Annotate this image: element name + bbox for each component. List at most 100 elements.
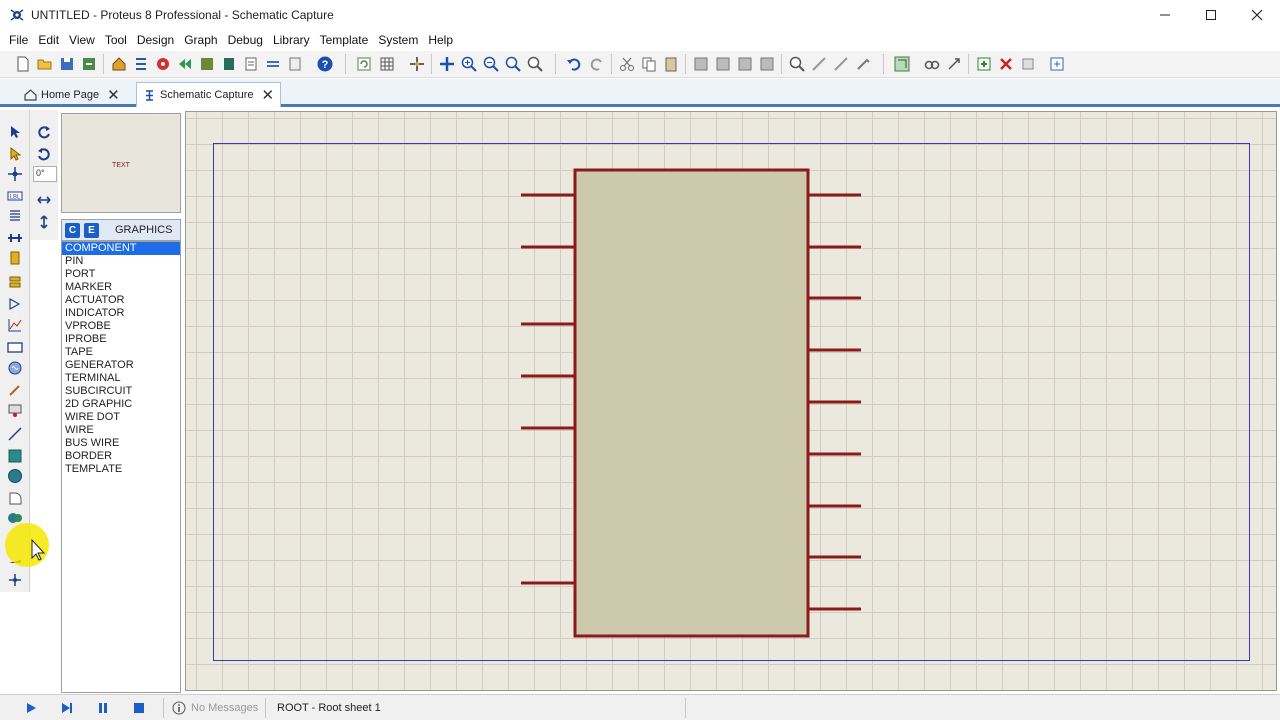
tape-recorder-icon[interactable]: [7, 339, 23, 355]
wire-label-icon[interactable]: LBL: [7, 188, 23, 204]
menu-library[interactable]: Library: [268, 30, 315, 50]
mirror-vertical-icon[interactable]: [36, 214, 52, 230]
rotate-anticlockwise-icon[interactable]: [36, 146, 52, 162]
grid-icon[interactable]: [378, 55, 396, 73]
list-item[interactable]: TAPE: [62, 346, 180, 359]
list-item[interactable]: PIN: [62, 255, 180, 268]
menu-debug[interactable]: Debug: [223, 30, 268, 50]
gerber-icon[interactable]: [176, 55, 194, 73]
make-device-icon[interactable]: [810, 55, 828, 73]
list-item[interactable]: WIRE: [62, 424, 180, 437]
report-icon[interactable]: [242, 55, 260, 73]
maximize-button[interactable]: [1188, 0, 1234, 30]
netlist-to-ares-icon[interactable]: [1048, 55, 1066, 73]
tab-schematic-capture[interactable]: Schematic Capture ✕: [136, 82, 282, 107]
paste-icon[interactable]: [662, 55, 680, 73]
zoom-out-icon[interactable]: [482, 55, 500, 73]
list-item[interactable]: COMPONENT: [62, 242, 180, 255]
menu-graph[interactable]: Graph: [179, 30, 222, 50]
zoom-all-icon[interactable]: [504, 55, 522, 73]
2d-arc-icon[interactable]: [7, 490, 23, 506]
bom-icon[interactable]: [198, 55, 216, 73]
block-copy-icon[interactable]: [692, 55, 710, 73]
2d-box-icon[interactable]: [7, 448, 23, 464]
list-item[interactable]: MARKER: [62, 281, 180, 294]
subcircuit-icon[interactable]: [7, 250, 23, 266]
list-item[interactable]: BUS WIRE: [62, 437, 180, 450]
close-window-button[interactable]: [1234, 0, 1280, 30]
rotate-clockwise-icon[interactable]: [36, 124, 52, 140]
undo-icon[interactable]: [565, 55, 583, 73]
e-button[interactable]: E: [84, 223, 99, 238]
import-icon[interactable]: [80, 55, 98, 73]
pan-icon[interactable]: [438, 55, 456, 73]
graph-mode-icon[interactable]: [7, 317, 23, 333]
tab-home-page[interactable]: Home Page ✕: [18, 82, 126, 107]
component-body[interactable]: [573, 168, 810, 638]
save-icon[interactable]: [58, 55, 76, 73]
notes-icon[interactable]: [286, 55, 304, 73]
schematic-icon[interactable]: [132, 55, 150, 73]
junction-dot-icon[interactable]: [7, 166, 23, 182]
menu-edit[interactable]: Edit: [33, 30, 64, 50]
list-item[interactable]: ACTUATOR: [62, 294, 180, 307]
menu-template[interactable]: Template: [315, 30, 374, 50]
decompose-icon[interactable]: [854, 55, 872, 73]
block-delete-icon[interactable]: [758, 55, 776, 73]
redo-icon[interactable]: [588, 55, 606, 73]
buses-icon[interactable]: [7, 230, 23, 246]
origin-icon[interactable]: [408, 55, 426, 73]
copy-icon[interactable]: [640, 55, 658, 73]
block-rotate-icon[interactable]: [736, 55, 754, 73]
zoom-area-icon[interactable]: [526, 55, 544, 73]
zoom-in-icon[interactable]: [460, 55, 478, 73]
list-item[interactable]: BORDER: [62, 450, 180, 463]
step-icon[interactable]: [60, 701, 74, 715]
device-pins-icon[interactable]: [7, 296, 23, 312]
close-tab-icon[interactable]: ✕: [262, 86, 275, 104]
component-mode-icon[interactable]: [7, 146, 23, 162]
menu-design[interactable]: Design: [132, 30, 179, 50]
property-assign-icon[interactable]: [945, 55, 963, 73]
list-item[interactable]: TERMINAL: [62, 372, 180, 385]
exit-to-parent-icon[interactable]: [1019, 55, 1037, 73]
refresh-icon[interactable]: [355, 55, 373, 73]
minimize-button[interactable]: [1142, 0, 1188, 30]
terminals-icon[interactable]: [7, 274, 23, 290]
menu-tool[interactable]: Tool: [100, 30, 132, 50]
virtual-instruments-icon[interactable]: [7, 402, 23, 418]
component-graphic[interactable]: [186, 112, 1278, 692]
netlist-icon[interactable]: [264, 55, 282, 73]
source-code-icon[interactable]: [220, 55, 238, 73]
menu-help[interactable]: Help: [423, 30, 458, 50]
mirror-horizontal-icon[interactable]: [36, 192, 52, 208]
home-icon[interactable]: [110, 55, 128, 73]
voltage-probe-icon[interactable]: [7, 382, 23, 398]
list-item[interactable]: PORT: [62, 268, 180, 281]
list-item[interactable]: WIRE DOT: [62, 411, 180, 424]
wire-autorouter-icon[interactable]: [893, 55, 911, 73]
messages-status[interactable]: No Messages: [191, 702, 258, 714]
list-item[interactable]: 2D GRAPHIC: [62, 398, 180, 411]
menu-system[interactable]: System: [373, 30, 423, 50]
pick-device-icon[interactable]: [788, 55, 806, 73]
packaging-tool-icon[interactable]: [832, 55, 850, 73]
pcb-icon[interactable]: [154, 55, 172, 73]
new-file-icon[interactable]: [14, 55, 32, 73]
remove-sheet-icon[interactable]: [997, 55, 1015, 73]
close-tab-icon[interactable]: ✕: [107, 86, 120, 104]
selection-mode-icon[interactable]: [7, 124, 23, 140]
list-item[interactable]: GENERATOR: [62, 359, 180, 372]
help-icon[interactable]: ?: [316, 55, 334, 73]
list-item[interactable]: SUBCIRCUIT: [62, 385, 180, 398]
text-script-icon[interactable]: [7, 208, 23, 224]
menu-file[interactable]: File: [4, 30, 33, 50]
overview-preview[interactable]: TEXT: [61, 113, 181, 213]
2d-circle-icon[interactable]: [7, 468, 23, 484]
pause-icon[interactable]: [96, 701, 110, 715]
rotation-angle-field[interactable]: 0°: [33, 166, 57, 182]
menu-view[interactable]: View: [64, 30, 100, 50]
open-folder-icon[interactable]: [36, 55, 54, 73]
search-tag-icon[interactable]: [923, 55, 941, 73]
stop-icon[interactable]: [132, 701, 146, 715]
